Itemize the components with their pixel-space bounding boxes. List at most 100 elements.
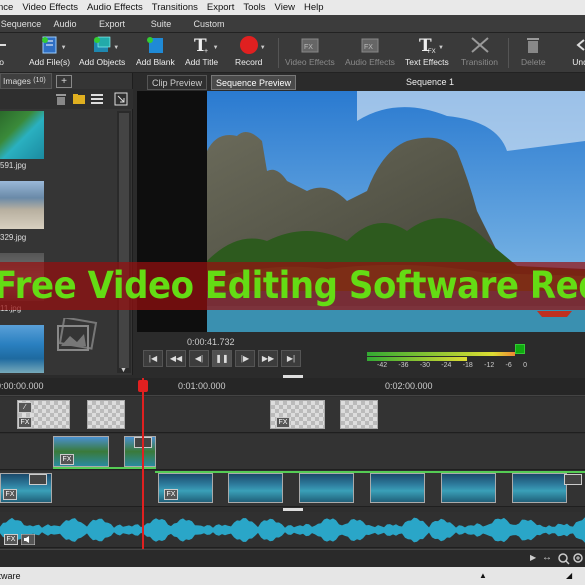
menu-item-transitions[interactable]: Transitions bbox=[152, 2, 198, 13]
image-placeholder-icon bbox=[57, 318, 98, 351]
clip-duration-bar bbox=[53, 467, 156, 469]
transition-marker-icon[interactable] bbox=[564, 474, 582, 485]
delete-button[interactable]: Delete bbox=[521, 35, 546, 67]
timeline-ruler[interactable]: 0:00:00.000 0:01:00.000 0:02:00.000 bbox=[0, 378, 585, 396]
timeline-clip[interactable] bbox=[228, 473, 283, 503]
scroll-right-icon[interactable]: ▶ bbox=[530, 553, 536, 562]
tab-export[interactable]: Export bbox=[88, 19, 136, 29]
undo-icon bbox=[570, 35, 585, 55]
add-bin-button[interactable]: + bbox=[56, 75, 72, 88]
playhead-handle[interactable] bbox=[138, 380, 148, 392]
timeline-panel: 0:00:00.000 0:01:00.000 0:02:00.000 ⁄ FX… bbox=[0, 378, 585, 549]
tab-clip-preview[interactable]: Clip Preview bbox=[147, 75, 208, 90]
audio-effects-icon: FX bbox=[360, 35, 380, 55]
toolbar-separator bbox=[278, 38, 279, 68]
video-icon bbox=[0, 35, 6, 55]
video-effects-icon: FX bbox=[300, 35, 320, 55]
add-file-icon: ▼ bbox=[40, 35, 67, 55]
panel-options-icon[interactable] bbox=[114, 92, 128, 106]
expand-icon[interactable]: ◢ bbox=[566, 567, 572, 585]
bin-toolbar bbox=[0, 89, 133, 109]
playhead[interactable] bbox=[142, 378, 144, 550]
add-objects-icon: ▼ bbox=[92, 35, 119, 55]
tab-suite[interactable]: Suite bbox=[136, 19, 186, 29]
video-button-label: ideo bbox=[0, 57, 5, 67]
tab-custom[interactable]: Custom bbox=[186, 19, 232, 29]
audio-level-meter: -42 -36 -30 -24 -18 -12 -6 0 bbox=[365, 344, 527, 372]
transition-label: Transition bbox=[461, 57, 499, 67]
add-title-icon: T + ▼ bbox=[193, 36, 219, 56]
svg-text:+: + bbox=[204, 48, 208, 55]
folder-icon[interactable] bbox=[72, 92, 86, 106]
timeline-clip[interactable] bbox=[441, 473, 496, 503]
add-blank-button[interactable]: Add Blank bbox=[136, 35, 175, 67]
menu-item-tools[interactable]: Tools bbox=[243, 2, 265, 13]
rewind-button[interactable]: ◀◀ bbox=[166, 350, 186, 367]
menu-item-sequence[interactable]: nce bbox=[0, 2, 13, 13]
tab-sequence[interactable]: Sequence bbox=[0, 19, 42, 29]
zoom-in-icon[interactable] bbox=[573, 553, 585, 565]
record-label: Record bbox=[235, 57, 263, 67]
text-effects-button[interactable]: T FX ▼ Text Effects bbox=[405, 35, 449, 67]
add-files-button[interactable]: ▼ Add File(s) bbox=[29, 35, 70, 67]
ribbon-tab-bar: Sequence Audio Export Suite Custom bbox=[0, 15, 585, 33]
step-back-button[interactable]: ◀| bbox=[189, 350, 209, 367]
video-button[interactable]: ideo bbox=[0, 35, 6, 67]
menu-item-video-effects[interactable]: Video Effects bbox=[22, 2, 78, 13]
menu-item-export[interactable]: Export bbox=[207, 2, 234, 13]
promo-banner-text: Free Video Editing Software Redo bbox=[0, 264, 585, 307]
track-resize-handle[interactable] bbox=[283, 508, 303, 511]
scroll-up-icon[interactable]: ▲ bbox=[479, 567, 487, 585]
media-thumbnail[interactable] bbox=[0, 111, 44, 159]
audio-waveform bbox=[0, 517, 585, 543]
add-objects-label: Add Objects bbox=[79, 57, 126, 67]
media-thumbnail[interactable] bbox=[0, 325, 44, 373]
media-thumbnail[interactable] bbox=[0, 181, 44, 229]
audio-effects-button[interactable]: FX Audio Effects bbox=[345, 35, 395, 67]
text-effects-icon: T FX ▼ bbox=[418, 36, 444, 56]
toolbar-separator bbox=[508, 38, 509, 68]
timeline-track: ⁄ FX FX bbox=[0, 397, 585, 433]
speaker-icon[interactable] bbox=[21, 534, 35, 545]
timeline-clip[interactable] bbox=[299, 473, 354, 503]
timeline-clip[interactable] bbox=[512, 473, 567, 503]
tab-audio[interactable]: Audio bbox=[42, 19, 88, 29]
menu-item-help[interactable]: Help bbox=[304, 2, 324, 13]
app-window: nce Video Effects Audio Effects Transiti… bbox=[0, 0, 585, 585]
timeline-clip[interactable] bbox=[87, 400, 125, 429]
media-bin-panel: Images (10) + 591.jpg 329.jpg 11.jpg ▼ bbox=[0, 73, 133, 375]
timeline-track: FX bbox=[0, 434, 585, 470]
text-effects-label: Text Effects bbox=[405, 57, 449, 67]
pause-button[interactable]: ❚❚ bbox=[212, 350, 232, 367]
audio-track: FX bbox=[0, 512, 585, 548]
timeline-clip[interactable] bbox=[340, 400, 378, 429]
meter-label: -36 bbox=[398, 362, 409, 369]
step-forward-button[interactable]: |▶ bbox=[235, 350, 255, 367]
list-view-icon[interactable] bbox=[90, 92, 104, 106]
go-to-start-button[interactable]: |◀ bbox=[143, 350, 163, 367]
fit-width-icon[interactable]: ↔ bbox=[542, 552, 552, 563]
meter-label: -24 bbox=[441, 362, 452, 369]
go-to-end-button[interactable]: ▶| bbox=[281, 350, 301, 367]
undo-button[interactable]: Und bbox=[570, 35, 585, 67]
transition-button[interactable]: Transition bbox=[461, 35, 498, 67]
add-title-button[interactable]: T + ▼ Add Title bbox=[185, 35, 219, 67]
menu-item-view[interactable]: View bbox=[275, 2, 295, 13]
ruler-label: 0:01:00.000 bbox=[178, 381, 226, 391]
media-filename: 591.jpg bbox=[0, 161, 27, 170]
add-objects-button[interactable]: ▼ Add Objects bbox=[79, 35, 125, 67]
bin-tab-images[interactable]: Images (10) bbox=[0, 73, 52, 89]
zoom-icon[interactable] bbox=[558, 553, 570, 565]
transition-marker-icon[interactable] bbox=[29, 474, 47, 485]
menu-item-audio-effects[interactable]: Audio Effects bbox=[87, 2, 143, 13]
bin-scrollbar[interactable]: ▼ bbox=[117, 111, 131, 374]
tab-sequence-preview[interactable]: Sequence Preview bbox=[211, 75, 297, 90]
record-button[interactable]: ▼ Record bbox=[235, 35, 266, 67]
add-title-label: Add Title bbox=[185, 57, 219, 67]
video-effects-button[interactable]: FX Video Effects bbox=[285, 35, 335, 67]
fast-forward-button[interactable]: ▶▶ bbox=[258, 350, 278, 367]
meter-label: -6 bbox=[505, 362, 512, 369]
trash-icon[interactable] bbox=[54, 92, 68, 106]
fx-badge: FX bbox=[60, 454, 74, 465]
timeline-clip[interactable] bbox=[370, 473, 425, 503]
